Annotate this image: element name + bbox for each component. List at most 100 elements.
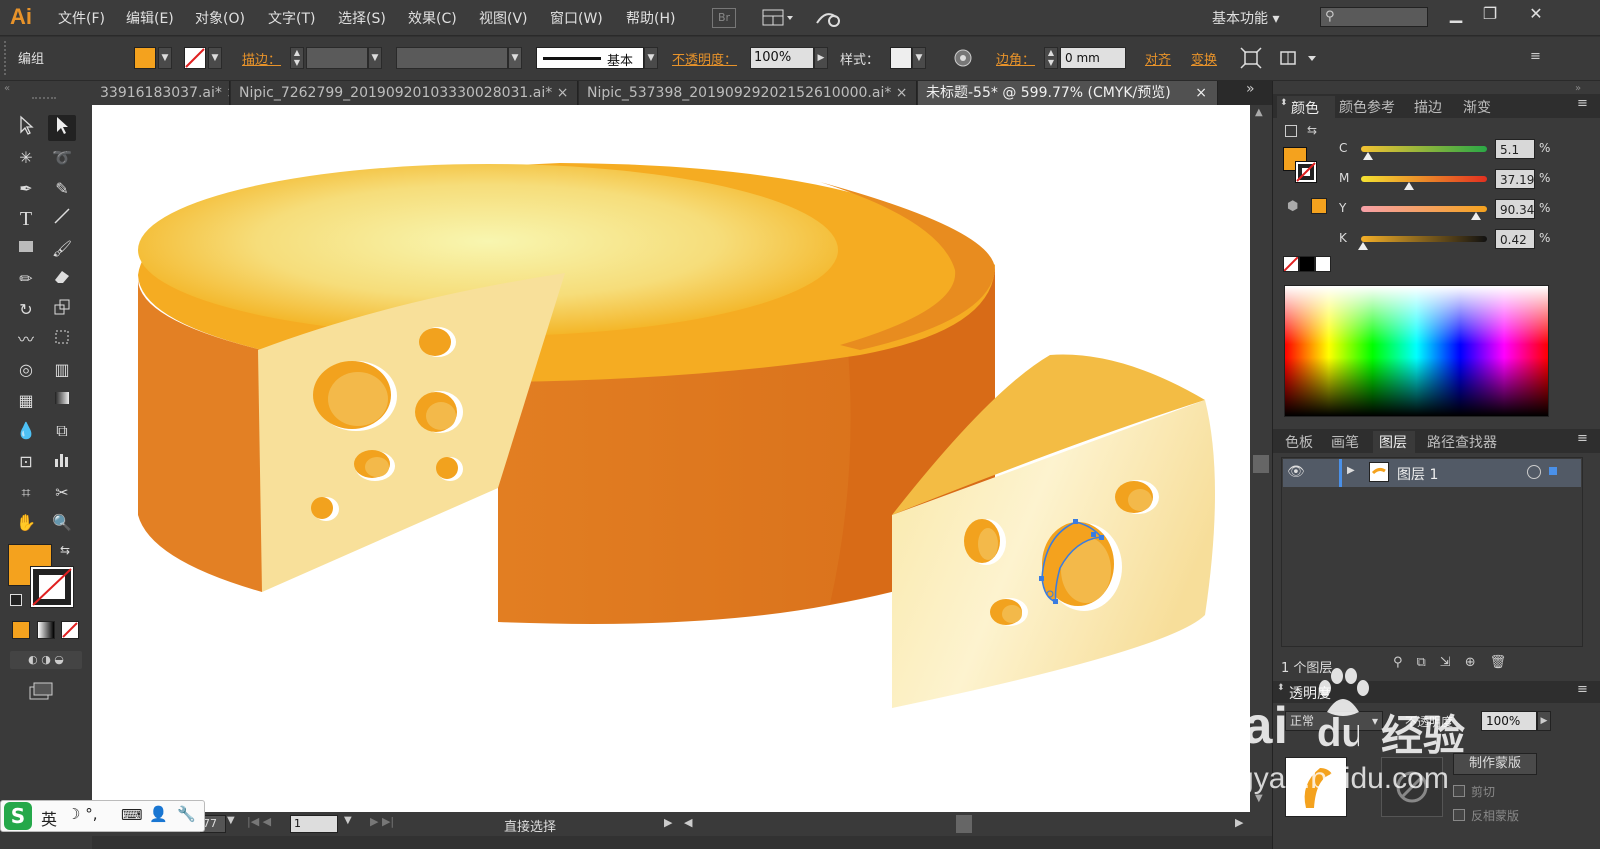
- ime-keyboard-icon[interactable]: ⌨: [121, 806, 143, 824]
- bridge-button[interactable]: Br: [712, 8, 736, 28]
- none-mode-button[interactable]: [61, 621, 79, 639]
- ime-punct-icon[interactable]: ☽ °,: [67, 805, 97, 823]
- tab-gradient[interactable]: 渐变: [1463, 97, 1491, 117]
- artboard-number-field[interactable]: 1: [290, 815, 338, 833]
- scroll-down-icon[interactable]: ▼: [1255, 793, 1263, 804]
- vertical-scroll-thumb[interactable]: [1253, 455, 1269, 473]
- stroke-label[interactable]: 描边：: [242, 49, 281, 68]
- more-tabs-icon[interactable]: »: [1246, 81, 1255, 97]
- scale-tool-icon[interactable]: [48, 297, 76, 323]
- stroke-dropdown[interactable]: ▼: [208, 47, 222, 69]
- screen-mode-icon[interactable]: [28, 681, 56, 701]
- workspace-switcher[interactable]: 基本功能 ▾: [1212, 8, 1279, 28]
- close-window-button[interactable]: ✕: [1520, 2, 1552, 26]
- black-swatch[interactable]: [1299, 256, 1315, 272]
- channel-value-input[interactable]: 90.34: [1495, 199, 1535, 219]
- ime-language[interactable]: 英: [41, 806, 57, 830]
- menu-window[interactable]: 窗口(W): [550, 8, 603, 28]
- object-thumbnail[interactable]: [1285, 757, 1347, 817]
- shape-builder-tool-icon[interactable]: ◎: [12, 357, 40, 383]
- panel-menu-icon[interactable]: ≡: [1577, 682, 1588, 697]
- artboard-canvas[interactable]: [92, 105, 1250, 812]
- gradient-tool-icon[interactable]: [48, 388, 76, 414]
- scroll-right-icon[interactable]: ▶: [1235, 816, 1243, 829]
- brush-definition[interactable]: 基本: [536, 47, 644, 69]
- layer-name[interactable]: 图层 1: [1397, 464, 1438, 484]
- horizontal-scroll-thumb[interactable]: [956, 815, 972, 833]
- tab-stroke[interactable]: 描边: [1414, 97, 1442, 117]
- recolor-artwork-icon[interactable]: [952, 47, 974, 69]
- isolate-group-icon[interactable]: [1240, 47, 1262, 69]
- magic-wand-tool-icon[interactable]: ✳: [12, 145, 40, 171]
- channel-value-input[interactable]: 0.42: [1495, 229, 1535, 249]
- tab-color[interactable]: 颜色 ⬍: [1277, 96, 1335, 118]
- panel-collapse-icon[interactable]: »: [1575, 83, 1581, 94]
- stroke-weight-stepper[interactable]: ▲ ▼: [290, 47, 304, 69]
- mesh-tool-icon[interactable]: ▦: [12, 388, 40, 414]
- make-mask-button[interactable]: 制作蒙版: [1453, 753, 1537, 775]
- ime-user-icon[interactable]: 👤: [149, 805, 168, 823]
- panel-menu-icon[interactable]: ≡: [1577, 431, 1588, 446]
- corner-stepper[interactable]: ▲ ▼: [1044, 47, 1058, 69]
- stroke-swatch-large[interactable]: [30, 566, 74, 608]
- menu-edit[interactable]: 编辑(E): [126, 8, 174, 28]
- close-tab-icon[interactable]: ×: [1195, 81, 1207, 105]
- ime-logo-icon[interactable]: S: [4, 802, 32, 830]
- slider-handle[interactable]: [1403, 182, 1414, 190]
- tab-pathfinder[interactable]: 路径查找器: [1427, 432, 1497, 452]
- menu-effect[interactable]: 效果(C): [408, 8, 457, 28]
- gpu-performance-icon[interactable]: [814, 7, 844, 29]
- toolbox-collapse-icon[interactable]: «: [4, 83, 10, 94]
- channel-slider[interactable]: [1361, 146, 1487, 152]
- restore-button[interactable]: ❐: [1474, 2, 1506, 26]
- opacity-input[interactable]: 100%: [750, 47, 814, 69]
- pencil-tool-icon[interactable]: ✏: [12, 266, 40, 292]
- transparency-opacity-input[interactable]: 100%: [1481, 711, 1537, 731]
- document-tab[interactable]: Nipic_7262799_20190920103330028031.ai* ×: [231, 81, 578, 105]
- channel-slider[interactable]: [1361, 176, 1487, 182]
- scroll-left-icon[interactable]: ◀: [684, 816, 692, 829]
- blend-mode-select[interactable]: 正常 ▾: [1285, 711, 1383, 731]
- status-menu-icon[interactable]: ▶: [664, 816, 672, 829]
- search-input[interactable]: ⚲: [1320, 7, 1428, 27]
- color-spectrum[interactable]: [1284, 285, 1549, 417]
- menu-help[interactable]: 帮助(H): [626, 8, 675, 28]
- next-artboard-icon[interactable]: ▶ ▶|: [370, 815, 394, 828]
- curvature-tool-icon[interactable]: ✎: [48, 176, 76, 202]
- swap-colors-icon[interactable]: ⇆: [1307, 123, 1317, 137]
- selection-tool-icon[interactable]: [12, 115, 40, 141]
- menu-view[interactable]: 视图(V): [479, 8, 528, 28]
- fill-dropdown[interactable]: ▼: [158, 47, 172, 69]
- control-panel-menu-icon[interactable]: ≡: [1530, 49, 1552, 67]
- type-tool-icon[interactable]: T: [12, 206, 40, 232]
- paintbrush-tool-icon[interactable]: 🖌: [48, 236, 76, 262]
- artboard-dropdown-icon[interactable]: ▼: [344, 815, 352, 826]
- document-tab-active[interactable]: 未标题-55* @ 599.77% (CMYK/预览) ×: [918, 81, 1218, 105]
- opacity-expand[interactable]: ▶: [814, 47, 828, 69]
- transform-link[interactable]: 变换: [1191, 49, 1217, 68]
- draw-mode-icon[interactable]: ◐ ◑ ◒: [10, 651, 82, 669]
- pen-tool-icon[interactable]: ✒: [12, 176, 40, 202]
- tab-brushes[interactable]: 画笔: [1331, 432, 1359, 452]
- rotate-tool-icon[interactable]: ↻: [12, 297, 40, 323]
- variable-width-dropdown[interactable]: ▼: [508, 47, 522, 69]
- rectangle-tool-icon[interactable]: [12, 236, 40, 262]
- corner-label[interactable]: 边角：: [996, 49, 1035, 68]
- channel-value-input[interactable]: 5.1: [1495, 139, 1535, 159]
- tab-color-guide[interactable]: 颜色参考: [1339, 97, 1395, 117]
- panel-menu-icon[interactable]: ≡: [1577, 96, 1588, 111]
- ime-settings-icon[interactable]: 🔧: [177, 805, 196, 823]
- blend-tool-icon[interactable]: ⧉: [48, 418, 76, 444]
- channel-slider[interactable]: [1361, 206, 1487, 212]
- brush-dropdown[interactable]: ▼: [644, 47, 658, 69]
- arrange-documents-icon[interactable]: [762, 8, 798, 28]
- stroke-weight-dropdown[interactable]: ▼: [368, 47, 382, 69]
- layer-target-icon[interactable]: [1527, 465, 1541, 479]
- gradient-mode-button[interactable]: [37, 621, 55, 639]
- free-transform-tool-icon[interactable]: [48, 327, 76, 353]
- corner-radius-input[interactable]: 0 mm: [1060, 47, 1126, 69]
- channel-slider[interactable]: [1361, 236, 1487, 242]
- align-link[interactable]: 对齐: [1145, 49, 1171, 68]
- visibility-eye-icon[interactable]: 👁: [1287, 464, 1305, 480]
- white-swatch[interactable]: [1315, 256, 1331, 272]
